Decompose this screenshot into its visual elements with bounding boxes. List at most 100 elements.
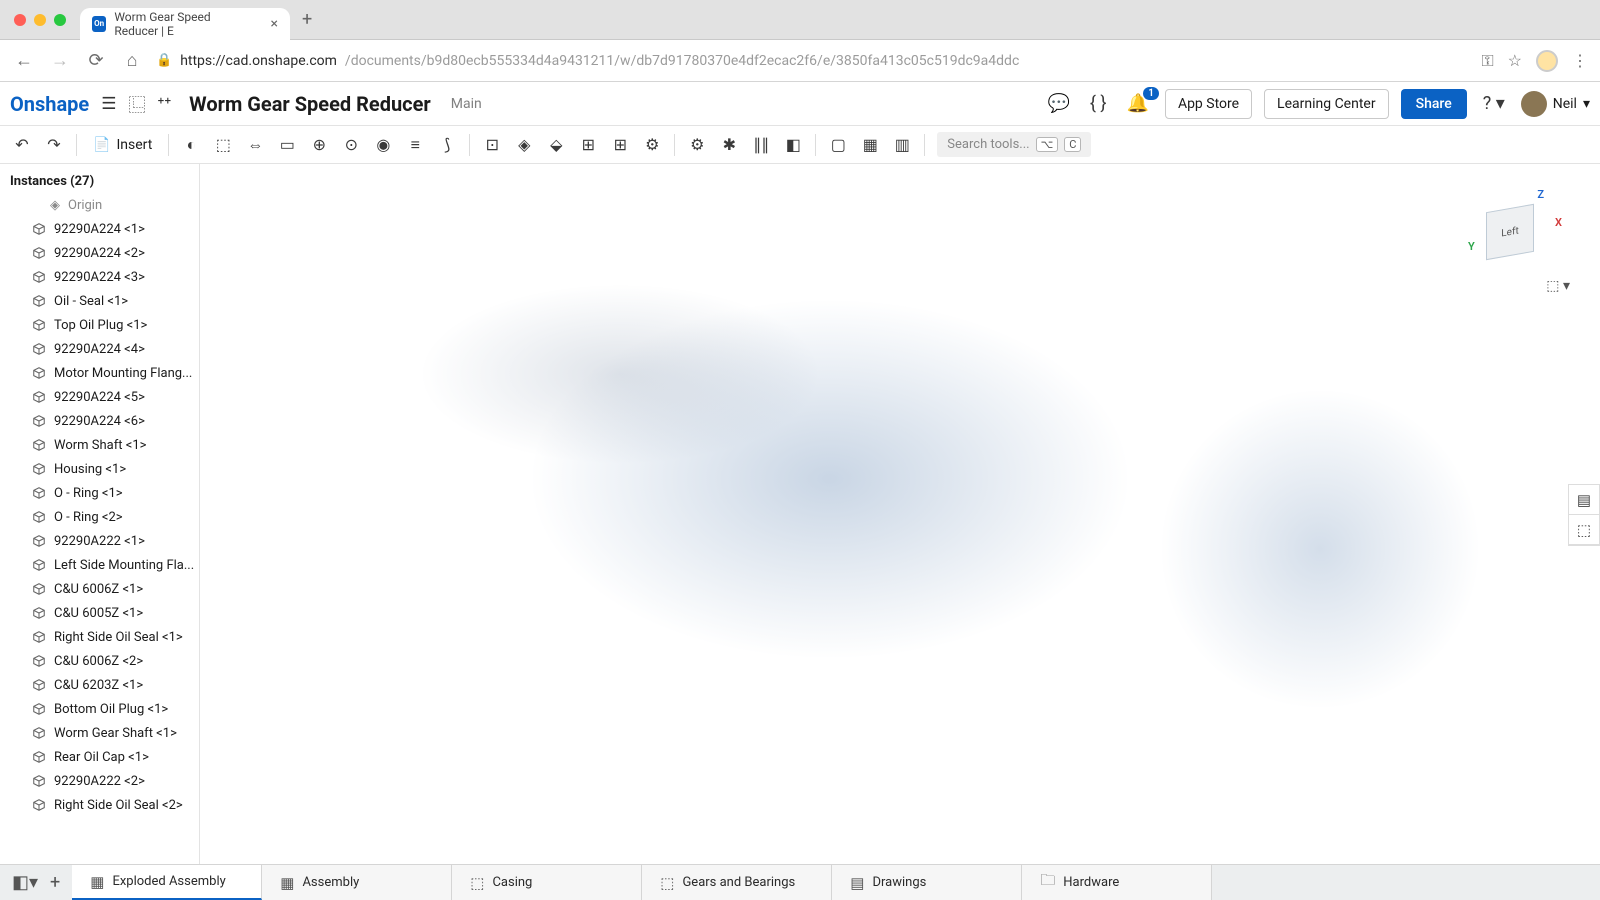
onshape-logo[interactable]: Onshape	[10, 92, 89, 116]
instance-item[interactable]: Left Side Mounting Fla...	[0, 553, 199, 577]
menu-icon[interactable]: ⋮	[1572, 51, 1588, 70]
url-field[interactable]: 🔒 https://cad.onshape.com/documents/b9d8…	[156, 53, 1469, 69]
minimize-window[interactable]	[34, 14, 46, 26]
relation-icon[interactable]: ⬙	[542, 131, 570, 159]
named-views-icon[interactable]: ▢	[824, 131, 852, 159]
document-tab[interactable]: ▤Drawings	[832, 865, 1022, 900]
menu-icon[interactable]: ☰	[101, 94, 116, 114]
slider-mate-icon[interactable]: ⇔	[241, 131, 269, 159]
instance-item[interactable]: Oil - Seal <1>	[0, 289, 199, 313]
key-icon[interactable]: ⚿	[1481, 51, 1493, 71]
document-tab[interactable]: 🗀Hardware	[1022, 865, 1212, 900]
group-icon[interactable]: ⊡	[478, 131, 506, 159]
instance-item[interactable]: 92290A224 <1>	[0, 217, 199, 241]
new-tab-button[interactable]: +	[290, 9, 324, 30]
new-element-icon[interactable]: +	[46, 872, 64, 893]
mate-connector-icon[interactable]: ◈	[510, 131, 538, 159]
user-menu[interactable]: Neil ▾	[1521, 91, 1590, 117]
maximize-window[interactable]	[54, 14, 66, 26]
instance-item[interactable]: C&U 6005Z <1>	[0, 601, 199, 625]
instance-item[interactable]: 92290A224 <4>	[0, 337, 199, 361]
graphics-viewport[interactable]: Left Z X Y ⬚ ▾ ▤ ⬚	[200, 164, 1600, 864]
settings-icon[interactable]: ✱	[715, 131, 743, 159]
compare-icon[interactable]: { }	[1086, 93, 1111, 114]
instance-item[interactable]: 92290A222 <2>	[0, 769, 199, 793]
profile-avatar[interactable]	[1536, 50, 1558, 72]
home-button[interactable]: ⌂	[120, 50, 144, 71]
add-icon[interactable]: ⁺⁺	[157, 94, 171, 114]
view-settings-icon[interactable]: ⬚ ▾	[1546, 278, 1570, 294]
linear-pattern-icon[interactable]: ∥∥	[747, 131, 775, 159]
instance-item[interactable]: Housing <1>	[0, 457, 199, 481]
instance-item[interactable]: Motor Mounting Flang...	[0, 361, 199, 385]
document-tab[interactable]: ▦Exploded Assembly	[72, 865, 262, 900]
origin-item[interactable]: ◈Origin	[0, 193, 199, 217]
pin-slot-icon[interactable]: ⊙	[337, 131, 365, 159]
snap-icon[interactable]: ⊞	[574, 131, 602, 159]
instance-item[interactable]: Right Side Oil Seal <2>	[0, 793, 199, 817]
notifications-icon[interactable]: 🔔1	[1123, 93, 1153, 114]
display-states-icon[interactable]: ◧	[779, 131, 807, 159]
shortcut-key: ⌥	[1036, 137, 1059, 152]
instances-header[interactable]: Instances (27)	[0, 164, 199, 193]
tangent-mate-icon[interactable]: ⟆	[433, 131, 461, 159]
reload-button[interactable]: ⟳	[84, 50, 108, 71]
instance-item[interactable]: 92290A224 <6>	[0, 409, 199, 433]
tab-manager-icon[interactable]: ◧▾	[8, 872, 42, 893]
document-tab[interactable]: ⬚Casing	[452, 865, 642, 900]
browser-tab[interactable]: On Worm Gear Speed Reducer | E ×	[80, 8, 290, 40]
instance-item[interactable]: Worm Gear Shaft <1>	[0, 721, 199, 745]
instance-item[interactable]: 92290A224 <2>	[0, 241, 199, 265]
gear-relation-icon[interactable]: ⚙	[638, 131, 666, 159]
star-icon[interactable]: ☆	[1508, 51, 1522, 70]
insert-button[interactable]: 📄 Insert	[85, 133, 160, 157]
instance-item[interactable]: Top Oil Plug <1>	[0, 313, 199, 337]
fastened-mate-icon[interactable]: ⬚	[209, 131, 237, 159]
instance-label: C&U 6203Z <1>	[54, 678, 143, 693]
share-button[interactable]: Share	[1401, 89, 1467, 119]
comments-icon[interactable]: 💬	[1043, 93, 1073, 114]
exploded-view-icon[interactable]: ▦	[856, 131, 884, 159]
help-icon[interactable]: ? ▾	[1479, 93, 1509, 114]
instance-item[interactable]: O - Ring <2>	[0, 505, 199, 529]
workspace-name[interactable]: Main	[451, 96, 482, 112]
view-cube-face[interactable]: Left	[1486, 204, 1534, 260]
app-store-button[interactable]: App Store	[1165, 89, 1252, 119]
search-tools-input[interactable]: Search tools... ⌥ C	[937, 132, 1091, 157]
forward-button[interactable]: →	[48, 50, 72, 71]
bom-icon[interactable]: ⬚	[1569, 515, 1599, 545]
revolute-mate-icon[interactable]: ◐	[177, 131, 205, 159]
cylindrical-mate-icon[interactable]: ⊕	[305, 131, 333, 159]
part-icon	[32, 534, 46, 548]
model-view[interactable]	[200, 164, 1600, 864]
properties-icon[interactable]: ▤	[1569, 485, 1599, 515]
close-tab-icon[interactable]: ×	[271, 16, 278, 32]
section-view-icon[interactable]: ▥	[888, 131, 916, 159]
instance-item[interactable]: 92290A224 <3>	[0, 265, 199, 289]
replicate-icon[interactable]: ⊞	[606, 131, 634, 159]
close-window[interactable]	[14, 14, 26, 26]
document-tab[interactable]: ⬚Gears and Bearings	[642, 865, 832, 900]
tree-icon[interactable]: ⿺	[128, 91, 145, 116]
gear-icon[interactable]: ⚙	[683, 131, 711, 159]
instance-item[interactable]: Worm Shaft <1>	[0, 433, 199, 457]
ball-mate-icon[interactable]: ◉	[369, 131, 397, 159]
learning-center-button[interactable]: Learning Center	[1264, 89, 1389, 119]
instance-item[interactable]: O - Ring <1>	[0, 481, 199, 505]
instance-label: Right Side Oil Seal <2>	[54, 798, 183, 813]
instance-item[interactable]: C&U 6203Z <1>	[0, 673, 199, 697]
instance-item[interactable]: 92290A224 <5>	[0, 385, 199, 409]
document-tab[interactable]: ▦Assembly	[262, 865, 452, 900]
redo-button[interactable]: ↷	[40, 131, 68, 159]
instance-item[interactable]: C&U 6006Z <2>	[0, 649, 199, 673]
planar-mate-icon[interactable]: ▭	[273, 131, 301, 159]
parallel-mate-icon[interactable]: ≡	[401, 131, 429, 159]
back-button[interactable]: ←	[12, 50, 36, 71]
undo-button[interactable]: ↶	[8, 131, 36, 159]
instance-item[interactable]: 92290A222 <1>	[0, 529, 199, 553]
instance-item[interactable]: C&U 6006Z <1>	[0, 577, 199, 601]
instance-item[interactable]: Rear Oil Cap <1>	[0, 745, 199, 769]
view-cube[interactable]: Left Z X Y ⬚ ▾	[1470, 184, 1560, 274]
instance-item[interactable]: Right Side Oil Seal <1>	[0, 625, 199, 649]
instance-item[interactable]: Bottom Oil Plug <1>	[0, 697, 199, 721]
